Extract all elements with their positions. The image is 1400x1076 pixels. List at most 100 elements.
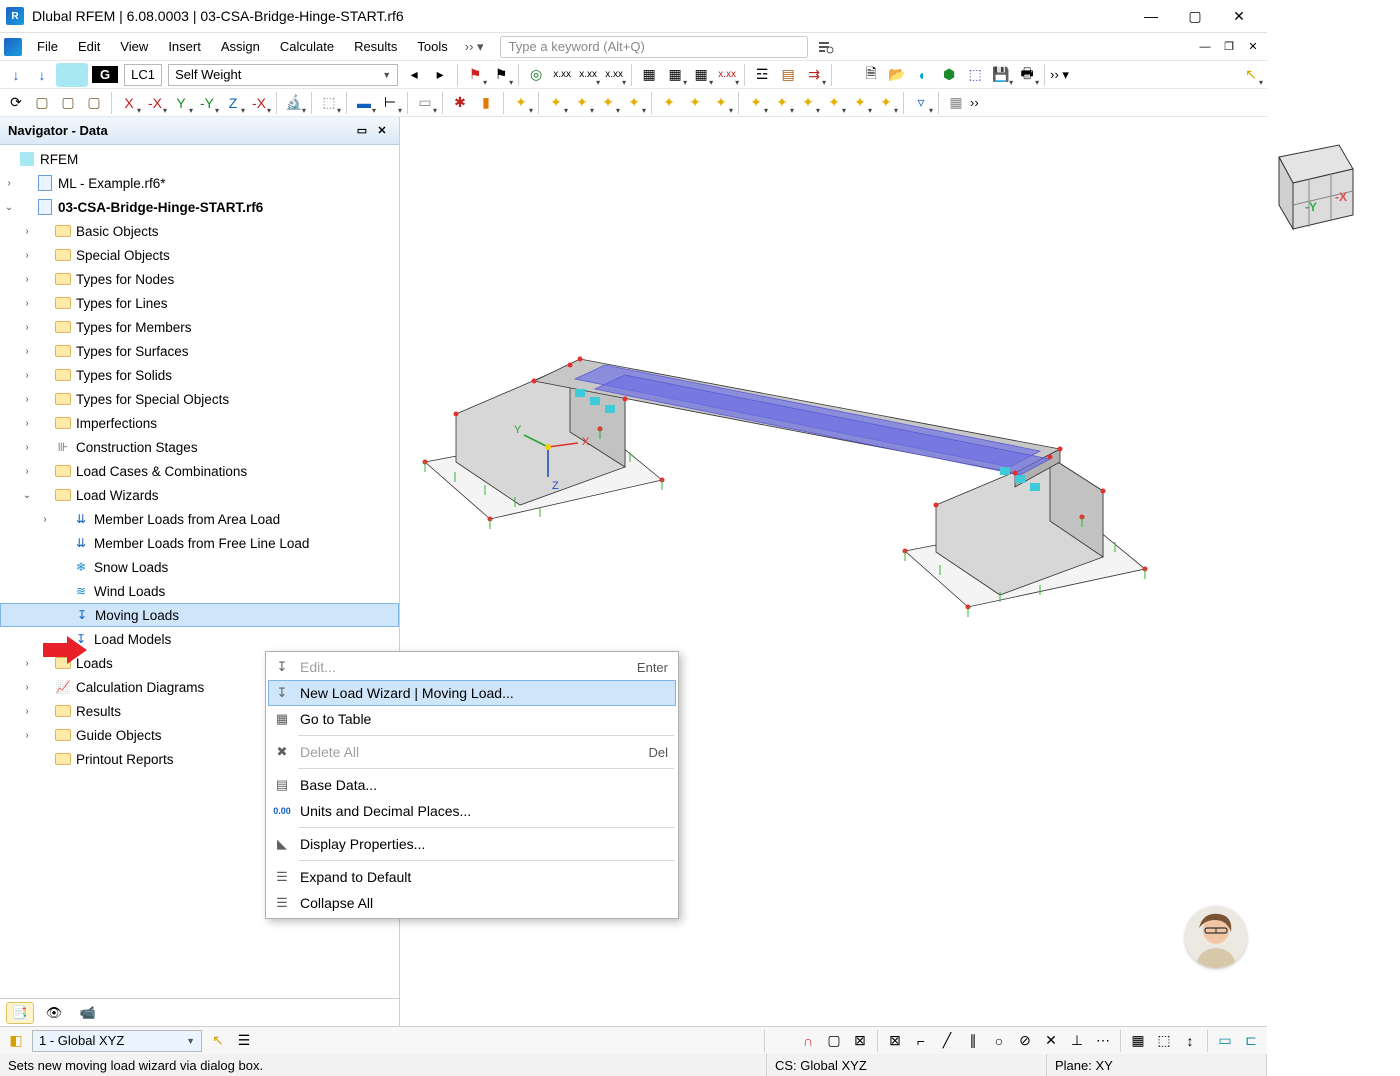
loadcase-name-combo[interactable]: Self Weight ▼ [168,64,398,86]
navtab-camera-icon[interactable]: 📹 [74,1002,102,1024]
chevron-right-icon[interactable]: › [18,226,36,237]
tool-load-arrow-icon[interactable]: ↓ [4,63,28,87]
navigator-close-icon[interactable]: ✕ [373,122,391,140]
tree-wizard-item[interactable]: ≋Wind Loads [0,579,399,603]
tool-minusx2-icon[interactable]: -X▾ [247,91,271,115]
chevron-right-icon[interactable]: › [18,730,36,741]
tool-star1-icon[interactable]: ✦▾ [509,91,533,115]
tool-member-icon[interactable]: ⊢▾ [378,91,402,115]
tool-minusy-icon[interactable]: -Y▾ [195,91,219,115]
tool-dim-red-icon[interactable]: x.xx▾ [715,63,739,87]
chevron-right-icon[interactable]: › [36,514,54,525]
tool-star5-icon[interactable]: ✦▾ [622,91,646,115]
tool-hatch-icon[interactable]: ▤ [776,63,800,87]
navigator-float-icon[interactable]: ▭ [353,122,371,140]
bottom-tool-cursor-icon[interactable]: ↖ [206,1029,230,1053]
tree-folder[interactable]: ›Types for Members [0,315,399,339]
tool-section2-icon[interactable]: ▭▾ [413,91,437,115]
snap-line-icon[interactable]: ╱ [935,1029,959,1053]
context-item[interactable]: ☰Collapse All [268,890,676,916]
snap-last-icon[interactable]: ⊏ [1239,1029,1263,1053]
tool-star10-icon[interactable]: ✦▾ [770,91,794,115]
snap-circle-icon[interactable]: ○ [987,1029,1011,1053]
tool-target-icon[interactable]: ◎ [524,63,548,87]
tool-star3-icon[interactable]: ✦▾ [570,91,594,115]
mdi-restore-icon[interactable]: ❐ [1219,37,1239,57]
tool-print-icon[interactable]: 🖶▾ [1015,63,1039,87]
tool-dim1-icon[interactable]: x.xx [550,63,574,87]
tool-dim2-icon[interactable]: x.xx▾ [576,63,600,87]
tool-star6-icon[interactable]: ✦ [657,91,681,115]
tree-load-wizards[interactable]: ⌄ Load Wizards [0,483,399,507]
tree-wizard-item[interactable]: ❄Snow Loads [0,555,399,579]
tool-layers-icon[interactable]: ☲ [750,63,774,87]
tool-block-icon[interactable]: ⬢ [937,63,961,87]
tool-star14-icon[interactable]: ✦▾ [874,91,898,115]
bottom-tool-list-icon[interactable]: ☰ [232,1029,256,1053]
menu-assign[interactable]: Assign [212,36,269,57]
context-item[interactable]: ▦Go to Table [268,706,676,732]
chevron-right-icon[interactable]: › [18,418,36,429]
snap-magnet-icon[interactable]: ∩ [796,1029,820,1053]
tool-box3-icon[interactable]: ▢ [82,91,106,115]
snap-parallel-icon[interactable]: ∥ [961,1029,985,1053]
tool-filter-icon[interactable]: ▿▾ [909,91,933,115]
tool-star13-icon[interactable]: ✦▾ [848,91,872,115]
tool-star4-icon[interactable]: ✦▾ [596,91,620,115]
menu-insert[interactable]: Insert [159,36,210,57]
tool-new-icon[interactable]: 🗎 [859,63,883,87]
mdi-close-icon[interactable]: ✕ [1243,37,1263,57]
snap-dashrect-icon[interactable]: ⬚ [1152,1029,1176,1053]
tree-folder[interactable]: ›Special Objects [0,243,399,267]
tool-star11-icon[interactable]: ✦▾ [796,91,820,115]
navtab-data-icon[interactable]: 📑 [6,1002,34,1024]
mdi-minimize-icon[interactable]: — [1195,37,1215,57]
minimize-button[interactable]: — [1129,0,1173,33]
snap-tangent-icon[interactable]: ⊘ [1013,1029,1037,1053]
tool-star8-icon[interactable]: ✦▾ [709,91,733,115]
search-settings-icon[interactable] [814,36,838,58]
snap-angle-icon[interactable]: ⌐ [909,1029,933,1053]
tool-dim3-icon[interactable]: x.xx▾ [602,63,626,87]
chevron-right-icon[interactable]: › [0,178,18,189]
tool-star2-icon[interactable]: ✦▾ [544,91,568,115]
tool-arrows-icon[interactable]: ⇉▾ [802,63,826,87]
menu-results[interactable]: Results [345,36,406,57]
tool-surface-icon[interactable]: ▬▾ [352,91,376,115]
tool-save-icon[interactable]: 💾▾ [989,63,1013,87]
snap-perp-icon[interactable]: ⊥ [1065,1029,1089,1053]
next-loadcase-button[interactable]: ▸ [428,63,452,87]
snap-grid2-icon[interactable]: ▦ [1126,1029,1150,1053]
menu-file[interactable]: File [28,36,67,57]
tree-folder[interactable]: ›Types for Special Objects [0,387,399,411]
chevron-down-icon[interactable]: ⌄ [18,490,36,501]
toolbar-overflow-icon[interactable]: ›› ▾ [1050,67,1069,83]
tool-panel-icon[interactable]: ▮ [474,91,498,115]
close-button[interactable]: ✕ [1217,0,1261,33]
navtab-eye-icon[interactable]: 👁 [40,1002,68,1024]
tree-folder[interactable]: ›Types for Lines [0,291,399,315]
tree-folder[interactable]: ›Basic Objects [0,219,399,243]
tree-wizard-item[interactable]: ›⇊Member Loads from Area Load [0,507,399,531]
tool-flag-red-icon[interactable]: ⚑▾ [463,63,487,87]
bottom-tool1-icon[interactable]: ◧ [4,1029,28,1053]
tree-folder[interactable]: ›⊪Construction Stages [0,435,399,459]
maximize-button[interactable]: ▢ [1173,0,1217,33]
loadcase-code-combo[interactable]: LC1 [124,64,162,86]
avatar[interactable] [1185,906,1247,968]
toolbar2-overflow-icon[interactable]: ›› [970,95,979,110]
chevron-right-icon[interactable]: › [18,658,36,669]
tool-section-icon[interactable]: ⬚▾ [317,91,341,115]
tree-folder[interactable]: ›Imperfections [0,411,399,435]
menu-calculate[interactable]: Calculate [271,36,343,57]
chevron-right-icon[interactable]: › [18,466,36,477]
chevron-right-icon[interactable]: › [18,322,36,333]
coord-system-combo[interactable]: 1 - Global XYZ ▼ [32,1030,202,1052]
chevron-right-icon[interactable]: › [18,274,36,285]
chevron-right-icon[interactable]: › [18,370,36,381]
tool-grid-icon[interactable]: ▦ [944,91,968,115]
chevron-right-icon[interactable]: › [18,706,36,717]
tree-moving-loads[interactable]: ↧Moving Loads [0,603,399,627]
tool-open-icon[interactable]: 📂 [885,63,909,87]
snap-intersect-icon[interactable]: ✕ [1039,1029,1063,1053]
